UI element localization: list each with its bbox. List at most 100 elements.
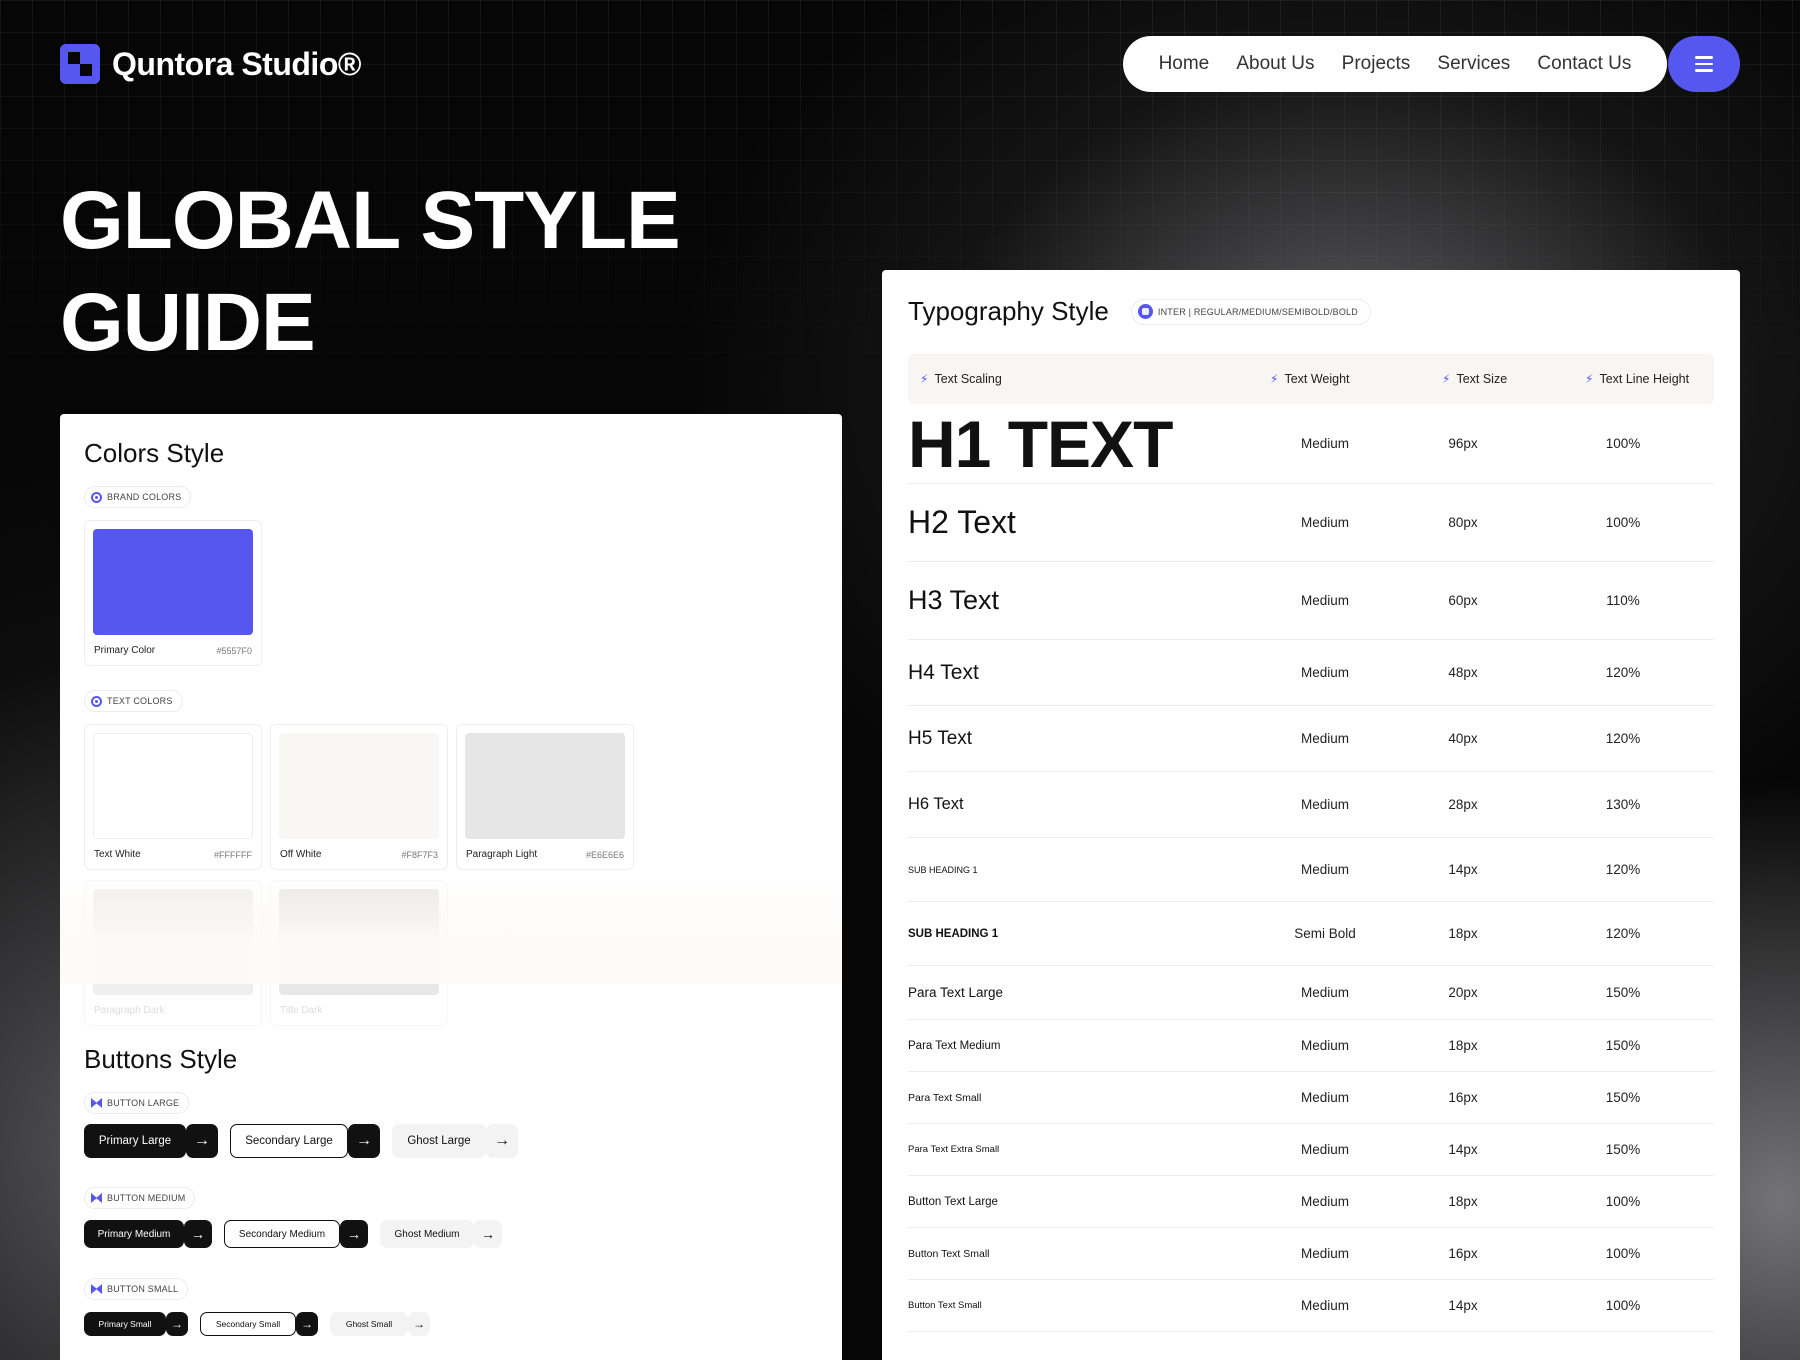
ghost-medium-button[interactable]: Ghost Medium [380, 1220, 474, 1248]
arrow-right-icon[interactable]: → [348, 1124, 380, 1158]
nav-services[interactable]: Services [1437, 53, 1510, 75]
table-row: Button Text Large Medium 18px 100% [908, 1176, 1714, 1228]
row-size: 96px [1448, 436, 1478, 451]
row-line-height: 150% [1605, 1142, 1641, 1157]
arrow-right-icon[interactable]: → [296, 1312, 318, 1336]
primary-small-button[interactable]: Primary Small [84, 1312, 166, 1336]
row-weight: Medium [1300, 1090, 1349, 1105]
table-row: Button Text Small Medium 14px 100% [908, 1280, 1714, 1332]
table-row: Para Text Extra Small Medium 14px 150% [908, 1124, 1714, 1176]
arrow-right-icon[interactable]: → [166, 1312, 188, 1336]
swatch-paragraph-light[interactable]: Paragraph Light #E6E6E6 [456, 724, 634, 870]
page-title: GLOBAL STYLE GUIDE [60, 170, 681, 374]
nav-home[interactable]: Home [1159, 53, 1210, 75]
row-weight: Medium [1300, 985, 1349, 1000]
row-name: Button Text Small [908, 1247, 990, 1260]
swatch-chip [93, 733, 253, 839]
row-size: 80px [1448, 515, 1478, 530]
row-size: 60px [1448, 593, 1478, 608]
font-icon [1137, 304, 1153, 319]
swatch-off-white[interactable]: Off White #F8F7F3 [270, 724, 448, 870]
table-row: H2 Text Medium 80px 100% [908, 484, 1714, 562]
brand-colors-pill: BRAND COLORS [84, 486, 192, 508]
row-name: Button Text Large [908, 1195, 998, 1208]
target-icon [91, 491, 102, 503]
ghost-medium-group: Ghost Medium → [380, 1220, 502, 1248]
ghost-small-button[interactable]: Ghost Small [330, 1312, 408, 1336]
arrow-right-icon[interactable]: → [486, 1124, 518, 1158]
logo[interactable]: Quntora Studio® [60, 44, 361, 84]
bolt-icon: ⚡ [1270, 372, 1279, 386]
row-weight: Medium [1300, 436, 1349, 451]
table-row: Para Text Medium Medium 18px 150% [908, 1020, 1714, 1072]
table-row: H3 Text Medium 60px 110% [908, 562, 1714, 640]
button-medium-row: Primary Medium → Secondary Medium → Ghos… [84, 1220, 502, 1248]
swatch-name: Primary Color [94, 645, 156, 656]
row-name: H4 Text [908, 660, 979, 684]
row-weight: Medium [1300, 1194, 1349, 1209]
nav-contact-us[interactable]: Contact Us [1537, 53, 1631, 75]
row-size: 18px [1448, 926, 1478, 941]
button-small-row: Primary Small → Secondary Small → Ghost … [84, 1312, 430, 1336]
row-name: Para Text Medium [908, 1039, 1001, 1052]
table-row: Button Text Small Medium 16px 100% [908, 1228, 1714, 1280]
row-size: 40px [1448, 731, 1478, 746]
row-line-height: 100% [1605, 1246, 1641, 1261]
table-row: Para Text Small Medium 16px 150% [908, 1072, 1714, 1124]
row-size: 20px [1448, 985, 1478, 1000]
swatch-chip [93, 529, 253, 635]
swatch-name: Title Dark [280, 1005, 323, 1016]
page-title-line-1: GLOBAL STYLE [60, 175, 681, 266]
row-size: 14px [1448, 862, 1478, 877]
row-weight: Medium [1300, 1298, 1349, 1313]
secondary-medium-group: Secondary Medium → [224, 1220, 368, 1248]
nav-projects[interactable]: Projects [1342, 53, 1411, 75]
table-row: Para Text Large Medium 20px 150% [908, 966, 1714, 1020]
swatch-hex: #E6E6E6 [585, 850, 624, 860]
secondary-large-button[interactable]: Secondary Large [230, 1124, 348, 1158]
row-weight: Medium [1300, 515, 1349, 530]
swatch-text-white[interactable]: Text White #FFFFFF [84, 724, 262, 870]
row-line-height: 150% [1605, 1090, 1641, 1105]
header-text-scaling: ⚡ Text Scaling [920, 372, 1002, 386]
row-line-height: 150% [1605, 985, 1641, 1000]
text-colors-pill: TEXT COLORS [84, 690, 183, 712]
arrow-right-icon[interactable]: → [184, 1220, 212, 1248]
row-weight: Semi Bold [1294, 926, 1356, 941]
row-line-height: 100% [1605, 436, 1641, 451]
bowtie-icon [91, 1098, 102, 1108]
row-line-height: 110% [1606, 593, 1640, 608]
row-name: H6 Text [908, 795, 964, 813]
row-name: Button Text Small [908, 1300, 982, 1311]
table-row: H4 Text Medium 48px 120% [908, 640, 1714, 706]
primary-large-button[interactable]: Primary Large [84, 1124, 186, 1158]
arrow-right-icon[interactable]: → [340, 1220, 368, 1248]
nav-about-us[interactable]: About Us [1236, 53, 1314, 75]
row-name: SUB HEADING 1 [908, 927, 999, 940]
menu-button[interactable] [1668, 36, 1740, 92]
swatch-chip [279, 733, 439, 839]
secondary-medium-button[interactable]: Secondary Medium [224, 1220, 340, 1248]
primary-medium-button[interactable]: Primary Medium [84, 1220, 184, 1248]
row-weight: Medium [1300, 862, 1349, 877]
row-size: 14px [1448, 1142, 1478, 1157]
arrow-right-icon[interactable]: → [474, 1220, 502, 1248]
row-size: 18px [1448, 1038, 1478, 1053]
ghost-large-button[interactable]: Ghost Large [392, 1124, 486, 1158]
row-name: Para Text Extra Small [908, 1144, 1000, 1155]
row-name: SUB HEADING 1 [908, 864, 978, 875]
bolt-icon: ⚡ [1585, 372, 1594, 386]
typography-header: Typography Style INTER | REGULAR/MEDIUM/… [908, 296, 1371, 327]
secondary-small-button[interactable]: Secondary Small [200, 1312, 296, 1336]
arrow-right-icon[interactable]: → [186, 1124, 218, 1158]
row-size: 48px [1448, 665, 1478, 680]
row-weight: Medium [1300, 1246, 1349, 1261]
row-name: H1 TEXT [908, 406, 1173, 481]
ghost-small-group: Ghost Small → [330, 1312, 430, 1336]
buttons-style-title: Buttons Style [84, 1044, 238, 1074]
swatch-primary[interactable]: Primary Color #5557F0 [84, 520, 262, 666]
arrow-right-icon[interactable]: → [408, 1312, 430, 1336]
swatch-hex: #5557F0 [216, 646, 252, 656]
hamburger-icon [1695, 56, 1713, 59]
swatch-name: Text White [94, 849, 141, 860]
